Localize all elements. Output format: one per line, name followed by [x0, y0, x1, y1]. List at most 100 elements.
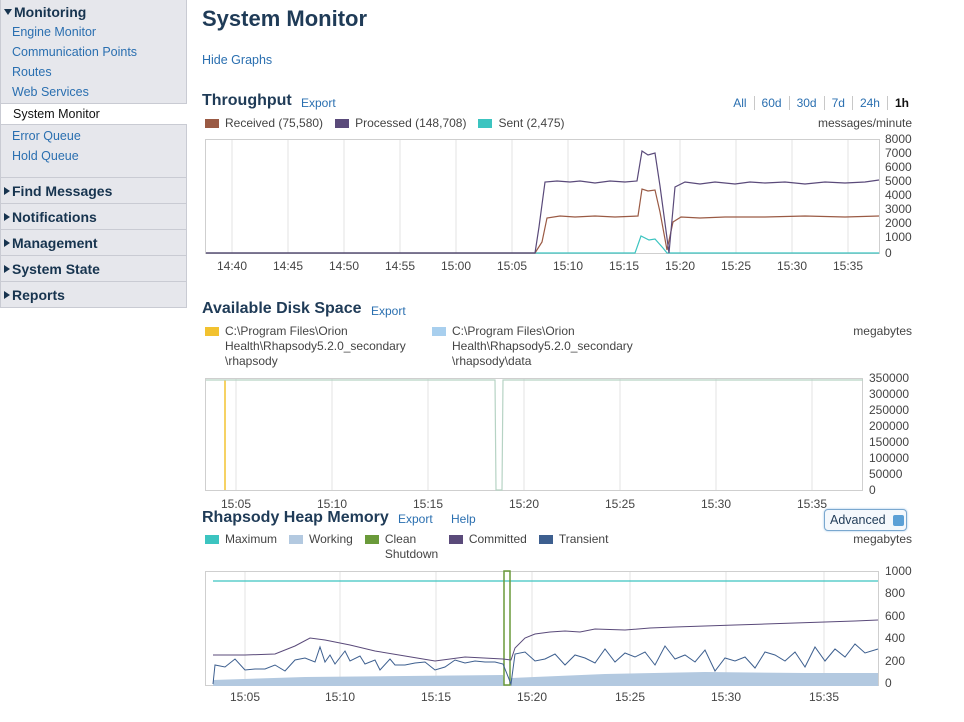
y-tick: 4000: [885, 188, 912, 202]
monitoring-header[interactable]: Monitoring: [1, 0, 186, 22]
expand-right-icon: [4, 291, 10, 299]
legend-item: Sent (2,475): [478, 116, 565, 130]
range-24h[interactable]: 24h: [853, 96, 888, 110]
y-tick: 7000: [885, 146, 912, 160]
sidebar-item-engine-monitor[interactable]: Engine Monitor: [1, 22, 186, 42]
y-tick: 250000: [869, 403, 909, 417]
x-tick: 15:05: [497, 259, 527, 273]
y-tick: 800: [885, 586, 905, 600]
legend-swatch: [205, 327, 219, 336]
heap-title: Rhapsody Heap Memory: [202, 509, 389, 526]
sidebar-item-hold-queue[interactable]: Hold Queue: [1, 146, 186, 177]
throughput-legend: Received (75,580) Processed (148,708) Se…: [205, 116, 577, 130]
sidebar-group-label: Find Messages: [12, 183, 113, 199]
y-tick: 150000: [869, 435, 909, 449]
y-tick: 0: [885, 246, 892, 260]
heap-x-axis: 15:05 15:10 15:15 15:20 15:25 15:30 15:3…: [230, 690, 839, 704]
expand-right-icon: [4, 239, 10, 247]
heap-export-link[interactable]: Export: [398, 512, 433, 526]
disk-units: megabytes: [853, 324, 912, 338]
disk-plot-border: [205, 378, 863, 491]
legend-label: Committed: [468, 532, 527, 546]
checkbox-icon: [892, 514, 904, 526]
sidebar-item-web-services[interactable]: Web Services: [1, 82, 186, 102]
sidebar-group-system-state[interactable]: System State: [0, 256, 187, 282]
range-60d[interactable]: 60d: [755, 96, 790, 110]
disk-y-axis: 350000 300000 250000 200000 150000 10000…: [869, 372, 909, 497]
legend-item: C:\Program Files\Orion Health\Rhapsody5.…: [432, 324, 647, 369]
legend-item: Received (75,580): [205, 116, 323, 130]
sidebar-group-find-messages[interactable]: Find Messages: [0, 178, 187, 204]
y-tick: 50000: [869, 467, 903, 481]
x-tick: 15:30: [701, 497, 731, 510]
y-tick: 8000: [885, 132, 912, 146]
legend-item: Working: [289, 532, 353, 562]
expand-right-icon: [4, 187, 10, 195]
sidebar-item-error-queue[interactable]: Error Queue: [1, 126, 186, 146]
sidebar-group-label: Notifications: [12, 209, 97, 225]
sidebar-group-label: System State: [12, 261, 100, 277]
throughput-y-axis: 8000 7000 6000 5000 4000 3000 2000 1000 …: [885, 132, 912, 260]
legend-swatch: [432, 327, 446, 336]
range-30d[interactable]: 30d: [790, 96, 825, 110]
x-tick: 15:35: [809, 690, 839, 704]
throughput-chart: 8000 7000 6000 5000 4000 3000 2000 1000 …: [205, 132, 912, 273]
y-tick: 200000: [869, 419, 909, 433]
sidebar-group-reports[interactable]: Reports: [0, 282, 187, 308]
x-tick: 14:50: [329, 259, 359, 273]
legend-item: Committed: [448, 532, 527, 562]
heap-y-axis: 1000 800 600 400 200 0: [885, 566, 912, 690]
legend-label: Processed (148,708): [355, 116, 467, 130]
heap-plot-border: [205, 571, 879, 686]
hide-graphs-link[interactable]: Hide Graphs: [202, 53, 272, 67]
x-tick: 15:15: [609, 259, 639, 273]
x-tick: 15:25: [615, 690, 645, 704]
sidebar-group-notifications[interactable]: Notifications: [0, 204, 187, 230]
sidebar-item-communication-points[interactable]: Communication Points: [1, 42, 186, 62]
advanced-toggle[interactable]: Advanced: [824, 509, 907, 531]
disk-title: Available Disk Space: [202, 300, 362, 317]
y-tick: 5000: [885, 174, 912, 188]
sidebar-group-management[interactable]: Management: [0, 230, 187, 256]
legend-label: Received (75,580): [225, 116, 324, 130]
y-tick: 100000: [869, 451, 909, 465]
legend-label: Sent (2,475): [498, 116, 565, 130]
series-committed: [213, 619, 879, 662]
heap-legend: Maximum Working Clean Shutdown Committed…: [205, 532, 620, 562]
sidebar: Monitoring Engine Monitor Communication …: [0, 0, 187, 308]
x-tick: 15:20: [509, 497, 539, 510]
legend-item: Processed (148,708): [335, 116, 466, 130]
heap-help-link[interactable]: Help: [451, 512, 476, 526]
advanced-label: Advanced: [830, 513, 886, 527]
legend-swatch: [364, 535, 379, 544]
x-tick: 15:20: [517, 690, 547, 704]
x-tick: 15:35: [833, 259, 863, 273]
heap-grid: [244, 571, 825, 686]
x-tick: 15:30: [777, 259, 807, 273]
legend-label: C:\Program Files\Orion Health\Rhapsody5.…: [452, 324, 633, 368]
legend-label: Transient: [558, 532, 609, 546]
y-tick: 600: [885, 609, 905, 623]
series-working: [213, 672, 878, 686]
expand-right-icon: [4, 265, 10, 273]
throughput-grid: [231, 139, 849, 254]
legend-label: C:\Program Files\Orion Health\Rhapsody5.…: [225, 324, 406, 368]
x-tick: 15:00: [441, 259, 471, 273]
range-7d[interactable]: 7d: [825, 96, 853, 110]
range-all[interactable]: All: [726, 96, 755, 110]
y-tick: 300000: [869, 387, 909, 401]
sidebar-group-label: Management: [12, 235, 98, 251]
disk-export-link[interactable]: Export: [371, 304, 406, 318]
range-1h[interactable]: 1h: [888, 96, 916, 110]
legend-label: Clean Shutdown: [384, 532, 439, 561]
y-tick: 400: [885, 631, 905, 645]
disk-chart: 350000 300000 250000 200000 150000 10000…: [205, 372, 909, 510]
sidebar-item-routes[interactable]: Routes: [1, 62, 186, 82]
y-tick: 0: [885, 676, 892, 690]
y-tick: 6000: [885, 160, 912, 174]
y-tick: 0: [869, 483, 876, 497]
page-title: System Monitor: [202, 6, 368, 31]
sidebar-item-system-monitor[interactable]: System Monitor: [1, 103, 187, 125]
legend-item: Transient: [538, 532, 609, 562]
throughput-export-link[interactable]: Export: [301, 96, 336, 110]
